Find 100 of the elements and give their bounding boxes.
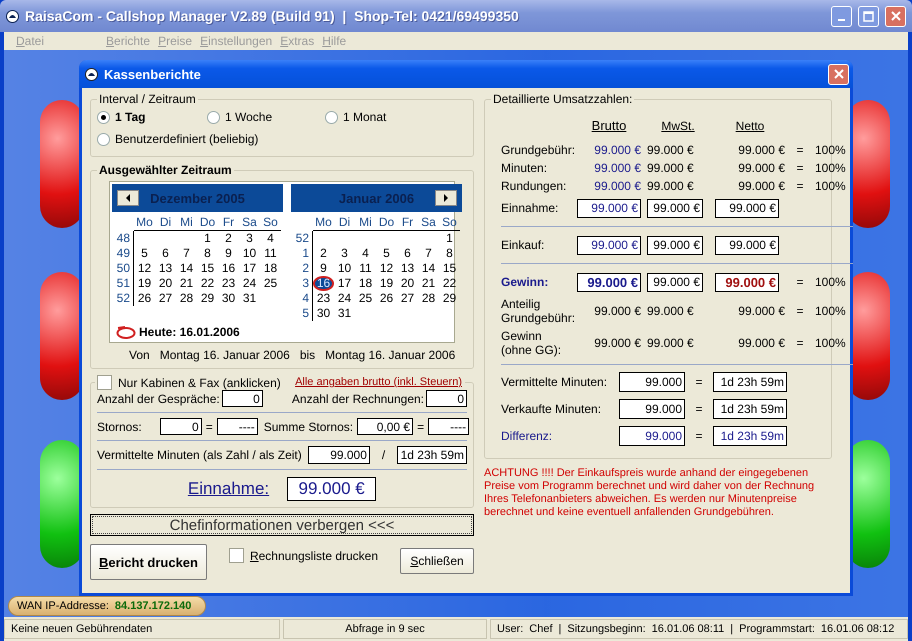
calendar-day[interactable]: 8 [202, 246, 213, 261]
calendar-day[interactable]: 24 [336, 291, 354, 306]
calendar-day[interactable]: 19 [136, 276, 154, 291]
calendar-day[interactable]: 12 [378, 261, 396, 276]
calendar-day[interactable]: 10 [336, 261, 354, 276]
calendar-day[interactable]: 11 [262, 246, 279, 261]
calendar-day[interactable]: 17 [336, 276, 354, 291]
calendar-day[interactable]: 28 [178, 291, 196, 306]
close-button[interactable] [828, 64, 849, 84]
minutes-field: 99.000 [308, 446, 370, 464]
calendar-day[interactable]: 18 [262, 261, 280, 276]
maximize-button[interactable] [858, 6, 879, 26]
range-label: Von [129, 348, 150, 362]
calendar-day[interactable]: 6 [402, 246, 413, 261]
income-link[interactable]: Einnahme: [188, 479, 270, 499]
calendar-day[interactable]: 15 [198, 261, 216, 276]
calendar-day[interactable]: 12 [136, 261, 154, 276]
time-field: 1d 23h 59m [713, 399, 787, 419]
calendar-day[interactable]: 6 [160, 246, 171, 261]
calendar-day[interactable]: 5 [381, 246, 392, 261]
calendar-day[interactable]: 25 [262, 276, 280, 291]
column-header: Brutto [590, 117, 628, 135]
calendar-day[interactable]: 4 [360, 246, 371, 261]
calendar-day[interactable]: 1 [444, 231, 455, 246]
note-link[interactable]: Alle angaben brutto (inkl. Steuern) [294, 376, 463, 389]
calendar-day[interactable]: 26 [378, 291, 396, 306]
calendar-day[interactable]: 22 [198, 276, 216, 291]
calendar-day[interactable]: 24 [240, 276, 258, 291]
calendar-day[interactable]: 2 [318, 246, 329, 261]
calendar-day[interactable]: 18 [356, 276, 374, 291]
calendar-day[interactable]: 23 [314, 291, 332, 306]
calendar-day[interactable]: 15 [440, 261, 458, 276]
calendar-day[interactable]: 2 [223, 231, 234, 246]
separator: | [730, 623, 734, 635]
radio-button[interactable]: 1 Monat [325, 110, 445, 124]
weekday-label: Di [334, 214, 355, 231]
week-number: 48 [112, 231, 134, 246]
next-month-button[interactable] [435, 190, 457, 206]
calendar-day[interactable]: 31 [240, 291, 258, 306]
calendar-day[interactable]: 10 [240, 246, 258, 261]
calendar-day[interactable]: 13 [156, 261, 174, 276]
calendar-day[interactable]: 13 [398, 261, 416, 276]
print-report-button[interactable]: Bericht drucken [90, 544, 207, 580]
calendar-day[interactable]: 8 [444, 246, 455, 261]
calendar-day[interactable]: 11 [357, 261, 374, 276]
calendar-day[interactable]: 17 [240, 261, 258, 276]
radio-button[interactable]: 1 Woche [207, 110, 325, 124]
calendar-day[interactable]: 20 [398, 276, 416, 291]
calendar-day[interactable]: 5 [139, 246, 150, 261]
equals-sign: = [795, 335, 804, 352]
calendar-day[interactable]: 19 [378, 276, 396, 291]
calendar-day[interactable]: 28 [420, 291, 438, 306]
week-number: 49 [112, 246, 134, 261]
calendar-day[interactable]: 14 [178, 261, 196, 276]
calendar-day[interactable]: 1 [202, 231, 213, 246]
calendar-day[interactable]: 29 [198, 291, 216, 306]
toggle-info-button[interactable]: Chefinformationen verbergen <<< [90, 514, 474, 536]
calendar-day[interactable]: 7 [423, 246, 434, 261]
calendar-day[interactable]: 22 [440, 276, 458, 291]
checkbox[interactable]: Nur Kabinen & Fax (anklicken) [97, 375, 281, 390]
calendar-day[interactable]: 9 [318, 261, 329, 276]
calendar-day[interactable]: 23 [220, 276, 238, 291]
calendar-day[interactable]: 21 [420, 276, 438, 291]
radio-button[interactable]: 1 Tag [97, 110, 207, 124]
brutto-field: 99.000 € [577, 198, 641, 218]
calendar-day[interactable]: 27 [156, 291, 174, 306]
close-button[interactable] [885, 6, 906, 26]
calendar-day[interactable]: 29 [440, 291, 458, 306]
calendar-day[interactable]: 16 [220, 261, 238, 276]
calendar-day[interactable]: 16 [312, 276, 334, 291]
calendar-day[interactable]: 27 [398, 291, 416, 306]
close-icon [834, 69, 844, 79]
range-end: Montag 16. Januar 2006 [325, 348, 456, 362]
calendar-day[interactable]: 7 [181, 246, 192, 261]
calendar-day[interactable]: 21 [178, 276, 196, 291]
calendar-day[interactable]: 26 [136, 291, 154, 306]
calendar-day[interactable]: 30 [314, 306, 332, 321]
count-label: Anzahl der Gespräche: [97, 392, 220, 406]
calendar-day[interactable]: 9 [223, 246, 234, 261]
calendar-day[interactable]: 25 [356, 291, 374, 306]
brutto-value: 99.000 € [593, 160, 641, 177]
minimize-button[interactable] [831, 6, 852, 26]
calendar-day[interactable]: 3 [339, 246, 350, 261]
calendar-day[interactable]: 20 [156, 276, 174, 291]
calendar-day[interactable]: 31 [336, 306, 354, 321]
calendar-day[interactable]: 3 [244, 231, 255, 246]
weekday-label: Mo [134, 214, 155, 231]
session-label: Programmstart: [739, 623, 815, 635]
weekday-label: Fr [397, 214, 418, 231]
separator: | [558, 623, 562, 635]
close-dialog-button[interactable]: Schließen [400, 548, 474, 574]
calendar-day[interactable]: 4 [265, 231, 276, 246]
storno-result-field: ---- [428, 418, 470, 435]
calendar-day[interactable]: 30 [220, 291, 238, 306]
calendar-day[interactable]: 14 [420, 261, 438, 276]
percent-value: 100% [815, 335, 847, 352]
radio-button[interactable]: Benutzerdefiniert (beliebig) [97, 132, 445, 146]
equals-sign: = [795, 160, 804, 177]
checkbox[interactable]: Rechnungsliste drucken [228, 544, 378, 563]
previous-month-button[interactable] [117, 190, 139, 206]
